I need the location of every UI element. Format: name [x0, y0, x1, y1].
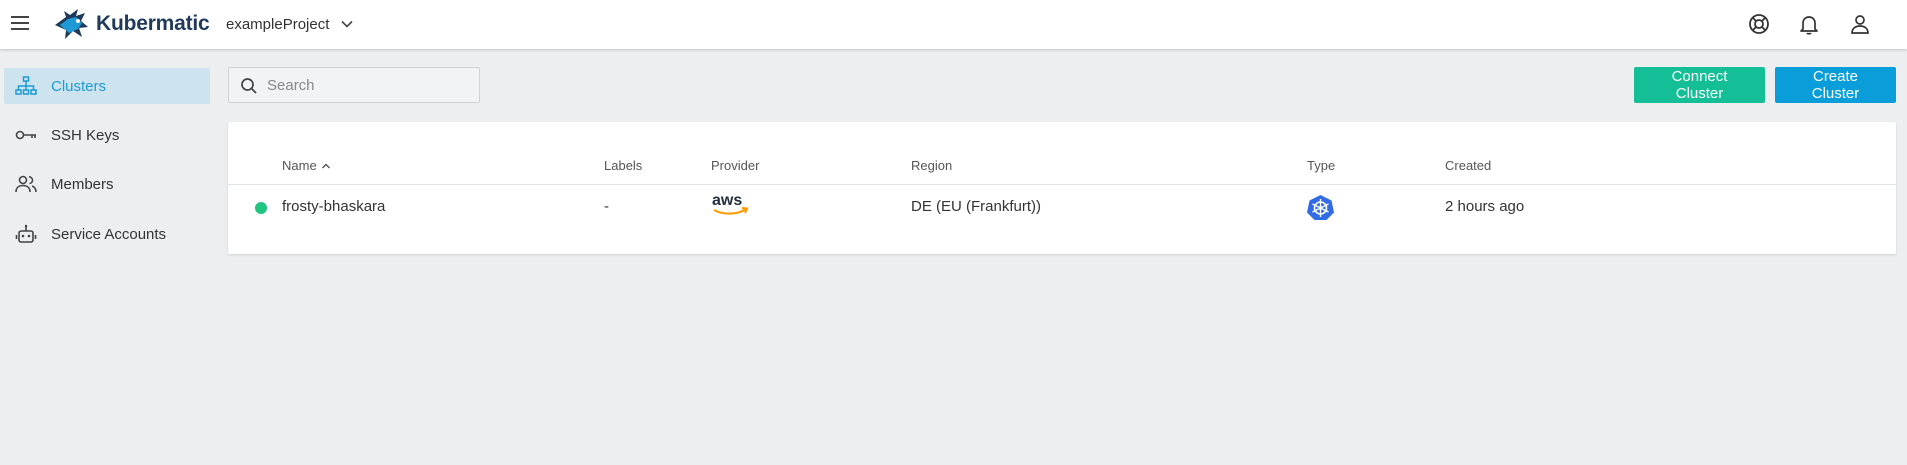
column-header-provider: Provider — [711, 158, 760, 173]
column-header-label: Name — [282, 158, 317, 173]
connect-cluster-button[interactable]: Connect Cluster — [1634, 67, 1765, 103]
svg-text:aws: aws — [712, 192, 742, 209]
app-name: Kubermatic — [96, 12, 210, 35]
kubermatic-logo-icon — [55, 9, 88, 39]
help-icon[interactable] — [1747, 12, 1771, 36]
project-name: exampleProject — [226, 15, 330, 33]
cluster-created: 2 hours ago — [1445, 198, 1525, 215]
clusters-table: Name Labels Provider Region Type Created… — [228, 122, 1896, 254]
sidebar-item-label: SSH Keys — [51, 126, 120, 144]
status-running-indicator — [255, 202, 267, 214]
kubernetes-icon — [1307, 194, 1334, 226]
menu-icon[interactable] — [11, 13, 31, 33]
logo[interactable]: Kubermatic — [52, 5, 210, 43]
cluster-name: frosty-bhaskara — [282, 198, 386, 215]
column-header-name[interactable]: Name — [282, 158, 331, 173]
search-icon — [241, 78, 257, 94]
key-icon — [14, 123, 38, 147]
search-field[interactable] — [228, 67, 480, 103]
column-header-labels: Labels — [604, 158, 643, 173]
robot-icon — [14, 222, 38, 246]
sidebar-item-service-accounts[interactable]: Service Accounts — [4, 216, 210, 252]
search-input[interactable] — [267, 68, 472, 102]
top-bar: Kubermatic exampleProject — [0, 0, 1907, 49]
sidebar-item-label: Clusters — [51, 77, 107, 95]
chevron-down-icon — [341, 20, 353, 28]
cluster-region: DE (EU (Frankfurt)) — [911, 198, 1042, 215]
column-header-region: Region — [911, 158, 953, 173]
sidebar-item-label: Members — [51, 175, 114, 193]
column-header-created: Created — [1445, 158, 1492, 173]
create-cluster-button[interactable]: Create Cluster — [1775, 67, 1896, 103]
sidebar-item-members[interactable]: Members — [4, 166, 210, 202]
sidebar-item-label: Service Accounts — [51, 225, 167, 243]
bell-icon[interactable] — [1797, 12, 1821, 36]
aws-logo-icon: aws — [711, 191, 751, 224]
column-header-type: Type — [1307, 158, 1336, 173]
sort-asc-icon — [321, 163, 330, 168]
sidebar-item-ssh-keys[interactable]: SSH Keys — [4, 117, 210, 153]
table-row[interactable]: frosty-bhaskara - aws DE (EU (Frankfurt)… — [228, 185, 1896, 229]
sidebar-item-clusters[interactable]: Clusters — [4, 68, 210, 104]
user-icon[interactable] — [1848, 12, 1872, 36]
sitemap-icon — [14, 74, 38, 98]
project-select[interactable]: exampleProject — [226, 12, 353, 36]
people-icon — [14, 172, 38, 196]
cluster-labels: - — [604, 198, 609, 215]
